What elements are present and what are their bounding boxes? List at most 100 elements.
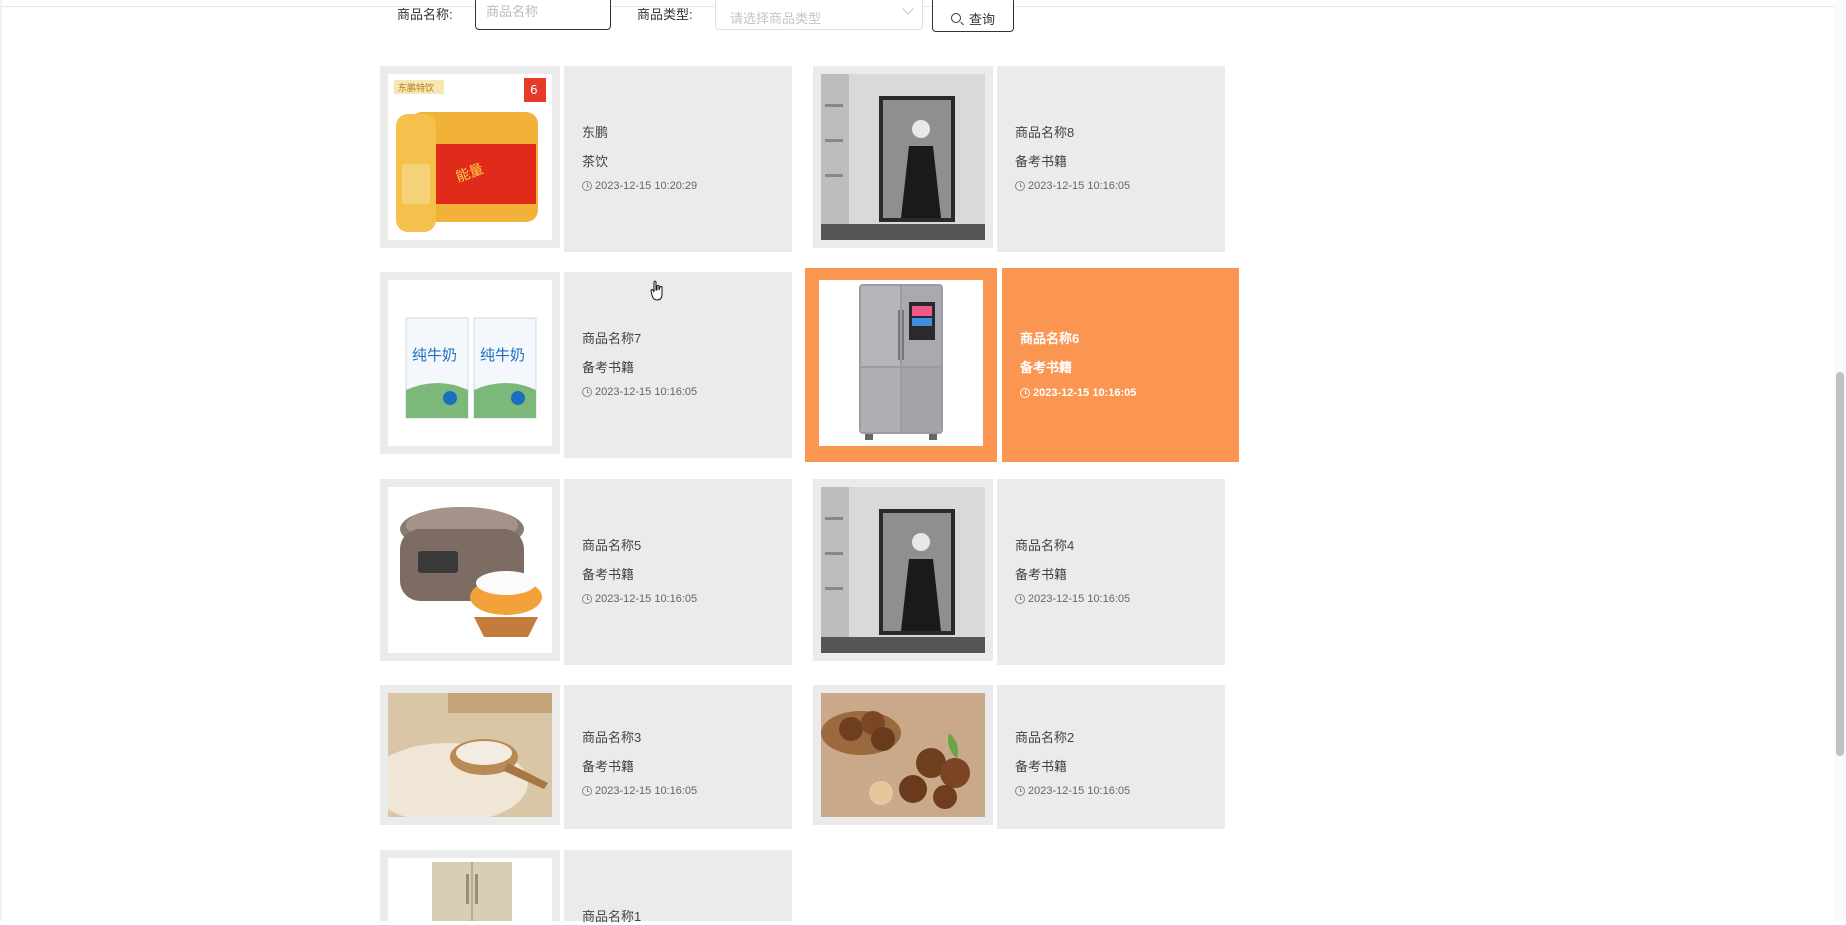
- product-image-frame: 纯牛奶 纯牛奶: [380, 272, 560, 454]
- product-name[interactable]: 商品名称4: [1015, 535, 1074, 554]
- product-name[interactable]: 东鹏: [582, 122, 608, 141]
- product-time-text: 2023-12-15 10:20:29: [595, 180, 698, 192]
- clock-icon: [582, 594, 592, 604]
- product-image-frame: [813, 479, 993, 661]
- product-name-label: 商品名称:: [397, 7, 453, 22]
- chevron-down-icon: [902, 3, 914, 15]
- product-image[interactable]: [819, 280, 983, 446]
- product-info: 商品名称7 备考书籍 2023-12-15 10:16:05: [564, 272, 792, 458]
- product-image-frame: [380, 850, 560, 921]
- product-card[interactable]: 东鹏特饮 6 能量 东鹏 茶饮 2023-12-15 10:20:29: [380, 66, 792, 252]
- search-bar: 商品名称: 商品类型: 请选择商品类型 查询: [395, 0, 1075, 32]
- product-image-frame: 东鹏特饮 6 能量: [380, 66, 560, 248]
- product-time-text: 2023-12-15 10:16:05: [1028, 593, 1131, 605]
- clock-icon: [1015, 181, 1025, 191]
- product-image-frame: [380, 685, 560, 825]
- product-image-frame: [813, 685, 993, 825]
- clock-icon: [1020, 388, 1030, 398]
- product-card[interactable]: 商品名称1: [380, 850, 792, 924]
- product-time: 2023-12-15 10:16:05: [1020, 387, 1136, 399]
- product-image[interactable]: [821, 487, 985, 653]
- query-button-label: 查询: [968, 11, 995, 27]
- product-card-active[interactable]: 商品名称6 备考书籍 2023-12-15 10:16:05: [805, 268, 1239, 462]
- svg-text:6: 6: [530, 83, 538, 97]
- product-category: 备考书籍: [1015, 154, 1068, 169]
- product-image-frame: [805, 268, 997, 462]
- scrollbar-thumb[interactable]: [1836, 372, 1844, 756]
- product-card[interactable]: 纯牛奶 纯牛奶 商品名称7 备考书籍 2023-12-15 10:16:05: [380, 272, 792, 458]
- product-time: 2023-12-15 10:16:05: [1015, 785, 1130, 797]
- product-time: 2023-12-15 10:16:05: [582, 386, 697, 398]
- wall-art-image: [821, 487, 985, 653]
- scrollbar[interactable]: [1834, 0, 1846, 921]
- product-card[interactable]: 商品名称2 备考书籍 2023-12-15 10:16:05: [813, 685, 1225, 829]
- product-time: 2023-12-15 10:16:05: [582, 593, 697, 605]
- product-name-input[interactable]: [475, 0, 611, 30]
- product-time-text: 2023-12-15 10:16:05: [1028, 785, 1131, 797]
- left-border: [0, 0, 2, 921]
- product-category: 茶饮: [582, 154, 609, 169]
- product-image[interactable]: 纯牛奶 纯牛奶: [388, 280, 552, 446]
- product-type-label: 商品类型:: [637, 7, 693, 22]
- product-name[interactable]: 商品名称1: [582, 906, 641, 925]
- wall-art-image: [821, 74, 985, 240]
- product-card[interactable]: 商品名称4 备考书籍 2023-12-15 10:16:05: [813, 479, 1225, 665]
- rice-cooker-image: [388, 487, 552, 653]
- product-info: 商品名称4 备考书籍 2023-12-15 10:16:05: [997, 479, 1225, 665]
- clock-icon: [1015, 786, 1025, 796]
- product-category: 备考书籍: [1020, 360, 1073, 375]
- product-image[interactable]: [388, 693, 552, 817]
- product-time-text: 2023-12-15 10:16:05: [595, 593, 698, 605]
- product-info: 东鹏 茶饮 2023-12-15 10:20:29: [564, 66, 792, 252]
- product-category: 备考书籍: [582, 567, 635, 582]
- product-info: 商品名称8 备考书籍 2023-12-15 10:16:05: [997, 66, 1225, 252]
- product-type-placeholder: 请选择商品类型: [730, 11, 822, 26]
- product-name[interactable]: 商品名称3: [582, 727, 641, 746]
- product-card[interactable]: 商品名称8 备考书籍 2023-12-15 10:16:05: [813, 66, 1225, 252]
- product-time: 2023-12-15 10:16:05: [1015, 180, 1130, 192]
- product-info: 商品名称2 备考书籍 2023-12-15 10:16:05: [997, 685, 1225, 829]
- product-image-frame: [813, 66, 993, 248]
- product-info: 商品名称5 备考书籍 2023-12-15 10:16:05: [564, 479, 792, 665]
- macadamia-nuts-image: [821, 693, 985, 817]
- search-icon: [950, 13, 961, 23]
- product-category: 备考书籍: [582, 360, 635, 375]
- product-time-text: 2023-12-15 10:16:05: [595, 386, 698, 398]
- product-category: 备考书籍: [582, 759, 635, 774]
- bottled-drinks-image: 东鹏特饮 6 能量: [388, 74, 552, 240]
- clock-icon: [1015, 594, 1025, 604]
- svg-text:东鹏特饮: 东鹏特饮: [398, 82, 434, 94]
- clock-icon: [582, 387, 592, 397]
- product-card[interactable]: 商品名称3 备考书籍 2023-12-15 10:16:05: [380, 685, 792, 829]
- refrigerator-beige-image: [388, 858, 552, 921]
- product-type-select[interactable]: 请选择商品类型: [715, 0, 923, 30]
- product-category: 备考书籍: [1015, 567, 1068, 582]
- product-time-text: 2023-12-15 10:16:05: [1033, 387, 1137, 399]
- milk-cartons-image: 纯牛奶 纯牛奶: [388, 280, 552, 446]
- hand-cursor-icon: [650, 280, 663, 301]
- product-name[interactable]: 商品名称2: [1015, 727, 1074, 746]
- svg-text:纯牛奶: 纯牛奶: [412, 346, 457, 364]
- product-card[interactable]: 商品名称5 备考书籍 2023-12-15 10:16:05: [380, 479, 792, 665]
- product-info: 商品名称3 备考书籍 2023-12-15 10:16:05: [564, 685, 792, 829]
- product-info: 商品名称1: [564, 850, 792, 924]
- refrigerator-image: [819, 280, 983, 446]
- query-button[interactable]: 查询: [932, 0, 1014, 32]
- product-time-text: 2023-12-15 10:16:05: [595, 785, 698, 797]
- product-time: 2023-12-15 10:16:05: [582, 785, 697, 797]
- product-name[interactable]: 商品名称5: [582, 535, 641, 554]
- product-name[interactable]: 商品名称6: [1020, 328, 1079, 347]
- rice-spoon-image: [388, 693, 552, 817]
- product-image[interactable]: [821, 693, 985, 817]
- product-image[interactable]: 东鹏特饮 6 能量: [388, 74, 552, 240]
- product-name[interactable]: 商品名称7: [582, 328, 641, 347]
- product-time: 2023-12-15 10:20:29: [582, 180, 697, 192]
- product-category: 备考书籍: [1015, 759, 1068, 774]
- product-time-text: 2023-12-15 10:16:05: [1028, 180, 1131, 192]
- clock-icon: [582, 181, 592, 191]
- product-image[interactable]: [821, 74, 985, 240]
- product-name[interactable]: 商品名称8: [1015, 122, 1074, 141]
- product-image[interactable]: [388, 858, 552, 921]
- product-image[interactable]: [388, 487, 552, 653]
- product-time: 2023-12-15 10:16:05: [1015, 593, 1130, 605]
